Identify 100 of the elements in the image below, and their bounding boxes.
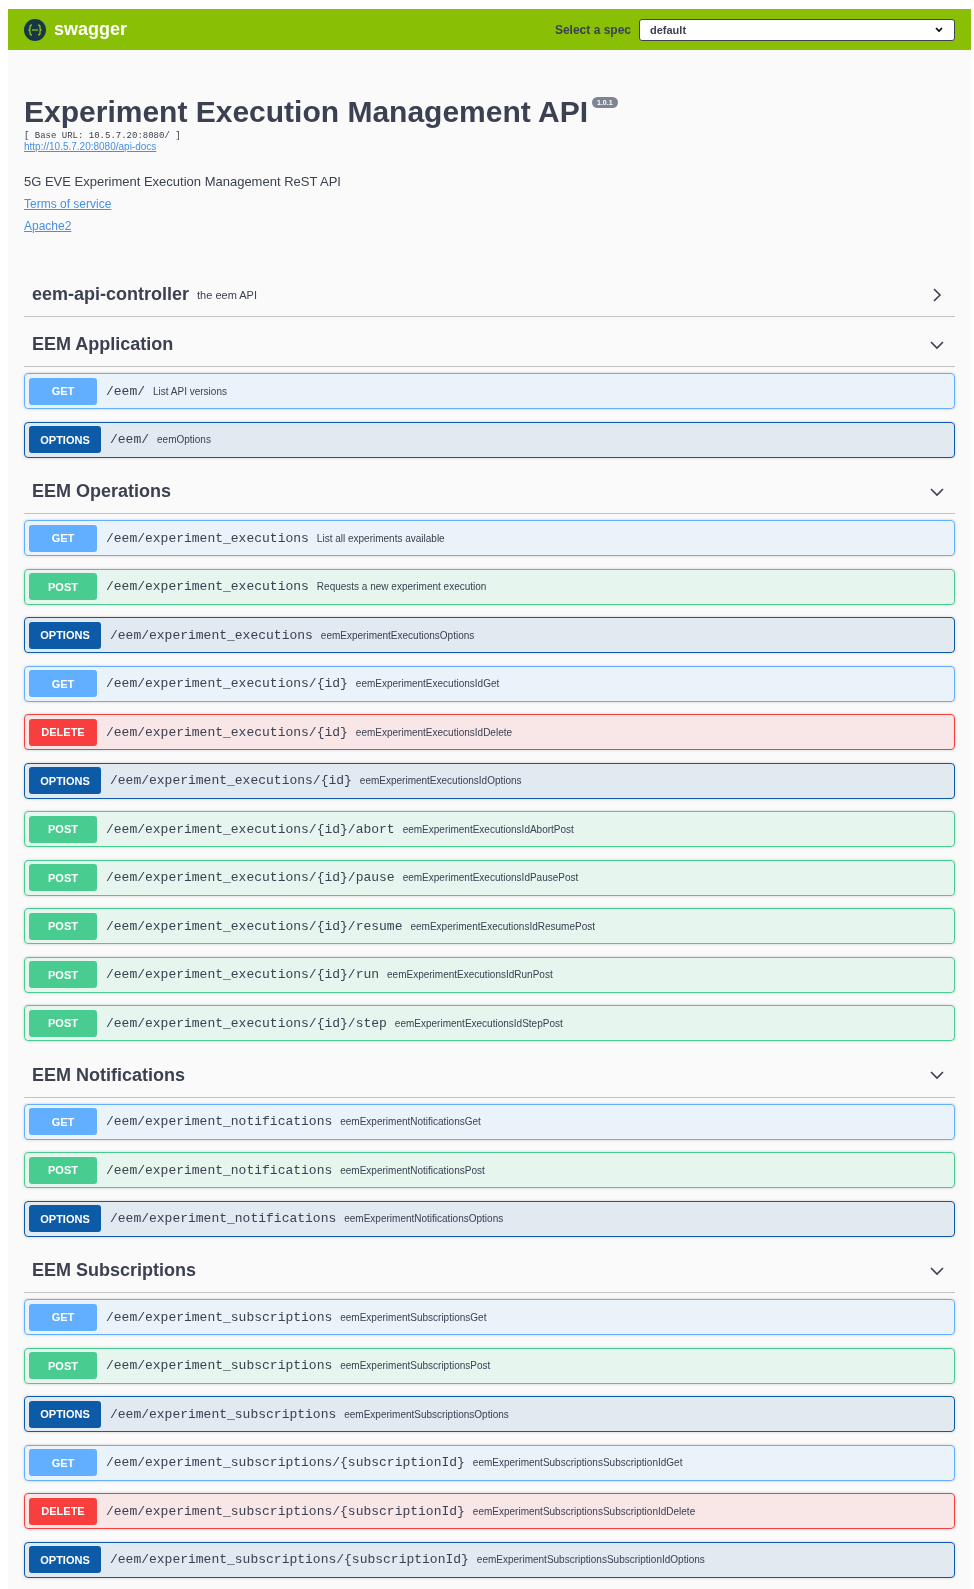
method-badge: OPTIONS xyxy=(29,767,101,794)
endpoint-path: /eem/experiment_executions/{id} xyxy=(106,676,348,691)
operation-row[interactable]: OPTIONS /eem/experiment_executions eemExperimentExecutionsOptions xyxy=(24,617,955,653)
method-badge: GET xyxy=(29,377,97,405)
method-badge: POST xyxy=(29,815,97,843)
endpoint-path: /eem/experiment_executions xyxy=(110,627,313,643)
brand-name: swagger xyxy=(54,19,128,40)
method-badge: OPTIONS xyxy=(29,1400,101,1428)
method-badge: GET xyxy=(29,670,97,697)
endpoint-path: /eem/experiment_subscriptions/{subscriptionId} xyxy=(106,1503,465,1519)
endpoint-summary: eemExperimentSubscriptionsGet xyxy=(340,1311,487,1323)
tag-header[interactable]: EEM Operations xyxy=(24,470,955,514)
method-badge: POST xyxy=(29,573,97,600)
operation-row[interactable]: POST /eem/experiment_notifications eemExperimentNotificationsPost xyxy=(24,1152,955,1188)
operation-row[interactable]: POST /eem/experiment_executions/{id}/pause eemExperimentExecutionsIdPausePost xyxy=(24,859,955,896)
method-badge: POST xyxy=(29,912,97,940)
operation-row[interactable]: GET /eem/experiment_executions/{id} eemExperimentExecutionsIdGet xyxy=(24,665,955,702)
method-badge: POST xyxy=(29,1352,97,1379)
operation-row[interactable]: OPTIONS /eem/ eemOptions xyxy=(24,421,955,458)
method-badge: OPTIONS xyxy=(29,1546,101,1573)
operation-row[interactable]: GET /eem/experiment_notifications eemExperimentNotificationsGet xyxy=(24,1103,955,1140)
operation-row[interactable]: GET /eem/experiment_subscriptions eemExperimentSubscriptionsGet xyxy=(24,1299,955,1335)
endpoint-path: /eem/experiment_executions/{id} xyxy=(110,773,352,788)
endpoint-summary: eemExperimentSubscriptionsOptions xyxy=(344,1408,509,1420)
endpoint-summary: eemExperimentExecutionsIdDelete xyxy=(355,726,513,738)
method-badge: POST xyxy=(29,864,97,891)
endpoint-path: /eem/experiment_executions/{id}/resume xyxy=(106,918,403,934)
tag-header[interactable]: eem-api-controller the eem API xyxy=(24,273,955,317)
api-description: 5G EVE Experiment Execution Management ReST API xyxy=(24,174,341,189)
operation-row[interactable]: OPTIONS /eem/experiment_subscriptions eemExperimentSubscriptionsOptions xyxy=(24,1396,955,1432)
method-badge: POST xyxy=(29,961,97,988)
endpoint-path: /eem/experiment_notifications xyxy=(110,1211,337,1226)
endpoint-summary: eemExperimentNotificationsOptions xyxy=(344,1213,504,1224)
spec-select[interactable]: default xyxy=(639,18,955,41)
endpoint-summary: eemExperimentNotificationsPost xyxy=(340,1164,485,1176)
endpoint-summary: eemOptions xyxy=(157,434,211,445)
spec-label: Select a spec xyxy=(554,22,631,37)
endpoint-summary: eemExperimentNotificationsGet xyxy=(340,1116,481,1127)
operation-row[interactable]: GET /eem/ List API versions xyxy=(24,373,955,409)
endpoint-summary: eemExperimentExecutionsOptions xyxy=(320,629,475,641)
operation-row[interactable]: GET /eem/experiment_subscriptions/{subscriptionId} eemExperimentSubscriptionsSubscriptionIdGet xyxy=(24,1444,955,1481)
base-url: [ Base URL: 10.5.7.20:8080/ ] xyxy=(24,131,181,141)
method-badge: DELETE xyxy=(29,718,97,746)
endpoint-path: /eem/experiment_notifications xyxy=(106,1162,333,1178)
tag-header[interactable]: EEM Subscriptions xyxy=(24,1249,955,1293)
endpoint-summary: eemExperimentExecutionsIdGet xyxy=(355,678,500,689)
endpoint-summary: eemExperimentExecutionsIdAbortPost xyxy=(402,823,574,835)
operation-row[interactable]: POST /eem/experiment_executions/{id}/run eemExperimentExecutionsIdRunPost xyxy=(24,956,955,993)
endpoint-summary: eemExperimentSubscriptionsSubscriptionIdDelete xyxy=(472,1505,696,1517)
tag-name: EEM Application xyxy=(32,334,174,355)
endpoint-path: /eem/experiment_subscriptions xyxy=(110,1406,337,1422)
endpoint-summary: eemExperimentExecutionsIdResumePost xyxy=(410,920,595,932)
endpoint-summary: Requests a new experiment execution xyxy=(316,581,487,592)
endpoint-path: /eem/experiment_executions/{id}/step xyxy=(106,1015,387,1031)
method-badge: OPTIONS xyxy=(29,426,101,453)
method-badge: GET xyxy=(29,1449,97,1476)
endpoint-path: /eem/experiment_executions/{id}/abort xyxy=(106,821,395,837)
endpoint-path: /eem/experiment_executions xyxy=(106,579,309,594)
method-badge: OPTIONS xyxy=(29,1205,101,1232)
operation-row[interactable]: POST /eem/experiment_executions/{id}/step eemExperimentExecutionsIdStepPost xyxy=(24,1005,955,1041)
caret-down-icon xyxy=(934,25,944,34)
tag-header[interactable]: EEM Notifications xyxy=(24,1053,955,1098)
endpoint-path: /eem/experiment_executions/{id} xyxy=(106,724,348,740)
operation-row[interactable]: POST /eem/experiment_subscriptions eemExperimentSubscriptionsPost xyxy=(24,1347,955,1384)
endpoint-path: /eem/experiment_notifications xyxy=(106,1114,333,1129)
api-title: Experiment Execution Management API xyxy=(24,95,589,129)
tag-name: EEM Operations xyxy=(32,481,172,502)
tag-description: the eem API xyxy=(197,288,258,301)
operation-row[interactable]: OPTIONS /eem/experiment_notifications eemExperimentNotificationsOptions xyxy=(24,1200,955,1237)
method-badge: OPTIONS xyxy=(29,621,101,649)
logo-icon xyxy=(24,18,46,41)
method-badge: DELETE xyxy=(29,1497,97,1525)
method-badge: POST xyxy=(29,1156,97,1184)
endpoint-summary: List API versions xyxy=(153,385,227,397)
endpoint-path: /eem/ xyxy=(106,383,145,399)
endpoint-summary: eemExperimentSubscriptionsSubscriptionIdOptions xyxy=(476,1554,705,1565)
operation-row[interactable]: POST /eem/experiment_executions/{id}/abort eemExperimentExecutionsIdAbortPost xyxy=(24,811,955,847)
endpoint-path: /eem/experiment_subscriptions/{subscriptionId} xyxy=(106,1455,465,1470)
operation-row[interactable]: OPTIONS /eem/experiment_executions/{id} eemExperimentExecutionsIdOptions xyxy=(24,762,955,799)
operation-row[interactable]: POST /eem/experiment_executions Requests a new experiment execution xyxy=(24,568,955,605)
endpoint-summary: eemExperimentExecutionsIdStepPost xyxy=(394,1017,563,1029)
endpoint-summary: eemExperimentExecutionsIdRunPost xyxy=(387,969,553,980)
endpoint-summary: eemExperimentExecutionsIdPausePost xyxy=(402,872,579,883)
tag-header[interactable]: EEM Application xyxy=(24,323,955,367)
operation-row[interactable]: DELETE /eem/experiment_executions/{id} eemExperimentExecutionsIdDelete xyxy=(24,714,955,750)
endpoint-path: /eem/experiment_executions/{id}/pause xyxy=(106,870,395,885)
method-badge: POST xyxy=(29,1009,97,1037)
endpoint-summary: eemExperimentSubscriptionsPost xyxy=(340,1360,491,1371)
endpoint-path: /eem/experiment_executions xyxy=(106,530,309,546)
method-badge: GET xyxy=(29,1108,97,1135)
operation-row[interactable]: OPTIONS /eem/experiment_subscriptions/{subscriptionId} eemExperimentSubscriptionsSubscriptionIdOptions xyxy=(24,1541,955,1578)
operation-row[interactable]: DELETE /eem/experiment_subscriptions/{subscriptionId} eemExperimentSubscriptionsSubscriptionIdDelete xyxy=(24,1493,955,1529)
endpoint-summary: List all experiments available xyxy=(316,532,445,544)
tag-name: EEM Notifications xyxy=(32,1064,185,1086)
operation-row[interactable]: POST /eem/experiment_executions/{id}/resume eemExperimentExecutionsIdResumePost xyxy=(24,908,955,944)
operation-row[interactable]: GET /eem/experiment_executions List all experiments available xyxy=(24,520,955,556)
endpoint-path: /eem/experiment_subscriptions/{subscriptionId} xyxy=(110,1552,469,1567)
endpoint-path: /eem/experiment_subscriptions xyxy=(106,1358,333,1373)
tag-name: EEM Subscriptions xyxy=(32,1260,197,1281)
endpoint-path: /eem/experiment_executions/{id}/run xyxy=(106,967,380,982)
